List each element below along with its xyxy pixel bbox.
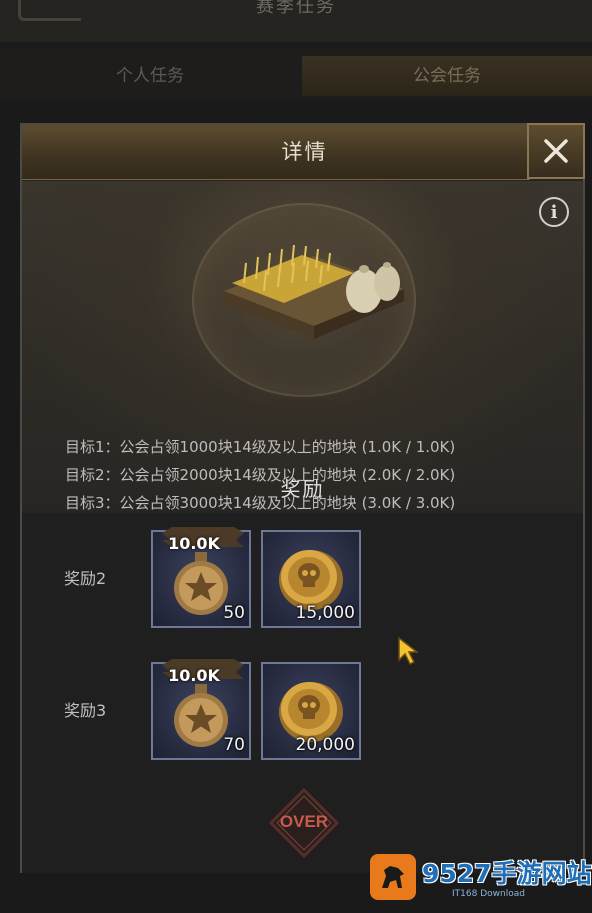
- reward-row-2: 奖励2 10.0K 50 15,000: [22, 527, 583, 630]
- reward-row-label: 奖励3: [64, 701, 107, 720]
- reward-quantity: 50: [223, 603, 245, 623]
- close-button[interactable]: [527, 123, 585, 179]
- info-icon: i: [550, 202, 558, 223]
- site-watermark: 9527手游网站 IT168 Download: [370, 844, 592, 913]
- reward-badge-text: 10.0K: [168, 666, 220, 685]
- info-button[interactable]: i: [539, 197, 569, 227]
- cursor-arrow-icon: [398, 636, 420, 666]
- reward-badge-text: 10.0K: [168, 534, 220, 553]
- reward-item-medal[interactable]: 10.0K 70: [151, 659, 251, 760]
- reward-title: 奖励: [280, 477, 325, 501]
- reward-row-label: 奖励2: [64, 569, 107, 588]
- over-status-stamp: OVER: [269, 788, 339, 858]
- goal-1: 目标1：公会占领1000块14级及以上的地块 (1.0K / 1.0K): [65, 438, 456, 456]
- reward-list: 奖励2 10.0K 50 15,000 奖励3 10.0K 70 20,000 …: [22, 513, 583, 873]
- background-top-bar: 赛季任务: [0, 0, 592, 42]
- reward-item-coin[interactable]: 20,000: [261, 662, 361, 760]
- task-banner: i 目标1：公会占领1000块14级及以上的地块 (1.0K / 1.0K) 目…: [22, 181, 583, 511]
- reward-item-medal[interactable]: 10.0K 50: [151, 527, 251, 628]
- horse-logo-icon: [370, 854, 416, 900]
- reward-row-3: 奖励3 10.0K 70 20,000: [22, 659, 583, 762]
- reward-quantity: 20,000: [295, 735, 355, 755]
- tab-personal-tasks: 个人任务: [116, 66, 184, 86]
- close-icon: [544, 139, 568, 163]
- watermark-subtext: IT168 Download: [452, 889, 525, 899]
- wheat-field-tile-icon: [224, 244, 404, 339]
- reward-quantity: 70: [223, 735, 245, 755]
- watermark-text: 9527手游网站: [422, 859, 592, 888]
- dialog-title: 详情: [281, 140, 328, 164]
- background-title: 赛季任务: [256, 0, 336, 17]
- background-tabs: 个人任务 公会任务: [0, 48, 592, 100]
- reward-quantity: 15,000: [295, 603, 355, 623]
- tab-guild-tasks: 公会任务: [302, 56, 592, 96]
- reward-item-coin[interactable]: 15,000: [261, 530, 361, 628]
- detail-dialog: 详情 i 目标1：公会占领1000块14级及以上的地块 (1.0K / 1.0K…: [20, 123, 585, 873]
- over-text: OVER: [279, 812, 329, 831]
